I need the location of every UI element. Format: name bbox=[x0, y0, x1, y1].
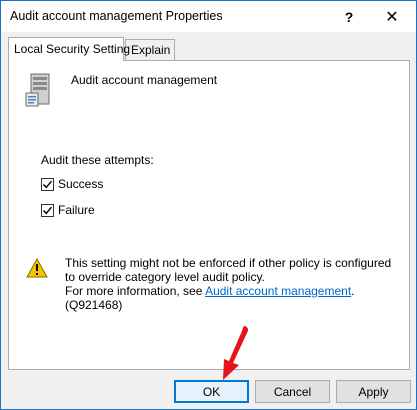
tab-local-security-setting[interactable]: Local Security Setting bbox=[8, 37, 130, 61]
more-info-prefix: For more information, see bbox=[65, 284, 206, 298]
success-checkbox[interactable] bbox=[41, 177, 54, 191]
ok-button[interactable]: OK bbox=[174, 380, 249, 403]
tab-panel: Audit account management Audit these att… bbox=[8, 60, 410, 370]
checkmark-icon bbox=[43, 206, 53, 214]
cancel-button[interactable]: Cancel bbox=[255, 380, 330, 403]
warning-text: This setting might not be enforced if ot… bbox=[65, 256, 395, 312]
policy-name: Audit account management bbox=[71, 73, 218, 87]
success-label[interactable]: Success bbox=[58, 177, 103, 191]
window-title: Audit account management Properties bbox=[10, 9, 223, 23]
success-option[interactable]: Success bbox=[41, 176, 103, 192]
warning-icon bbox=[26, 257, 48, 278]
checkmark-icon bbox=[43, 180, 53, 188]
tab-strip: Local Security Setting Explain bbox=[8, 37, 410, 61]
failure-checkbox[interactable] bbox=[41, 203, 54, 217]
help-button[interactable]: ? bbox=[326, 1, 372, 32]
audit-account-management-link[interactable]: Audit account management bbox=[205, 284, 351, 298]
tab-explain[interactable]: Explain bbox=[125, 39, 175, 61]
title-bar[interactable]: Audit account management Properties ? ✕ bbox=[1, 1, 416, 32]
failure-option[interactable]: Failure bbox=[41, 202, 95, 218]
apply-button[interactable]: Apply bbox=[336, 380, 411, 403]
failure-label[interactable]: Failure bbox=[58, 203, 95, 217]
properties-dialog: Audit account management Properties ? ✕ … bbox=[0, 0, 417, 410]
server-policy-icon bbox=[25, 73, 57, 107]
warning-line: This setting might not be enforced if ot… bbox=[65, 256, 392, 284]
close-button[interactable]: ✕ bbox=[369, 1, 415, 32]
audit-attempts-label: Audit these attempts: bbox=[41, 153, 154, 167]
